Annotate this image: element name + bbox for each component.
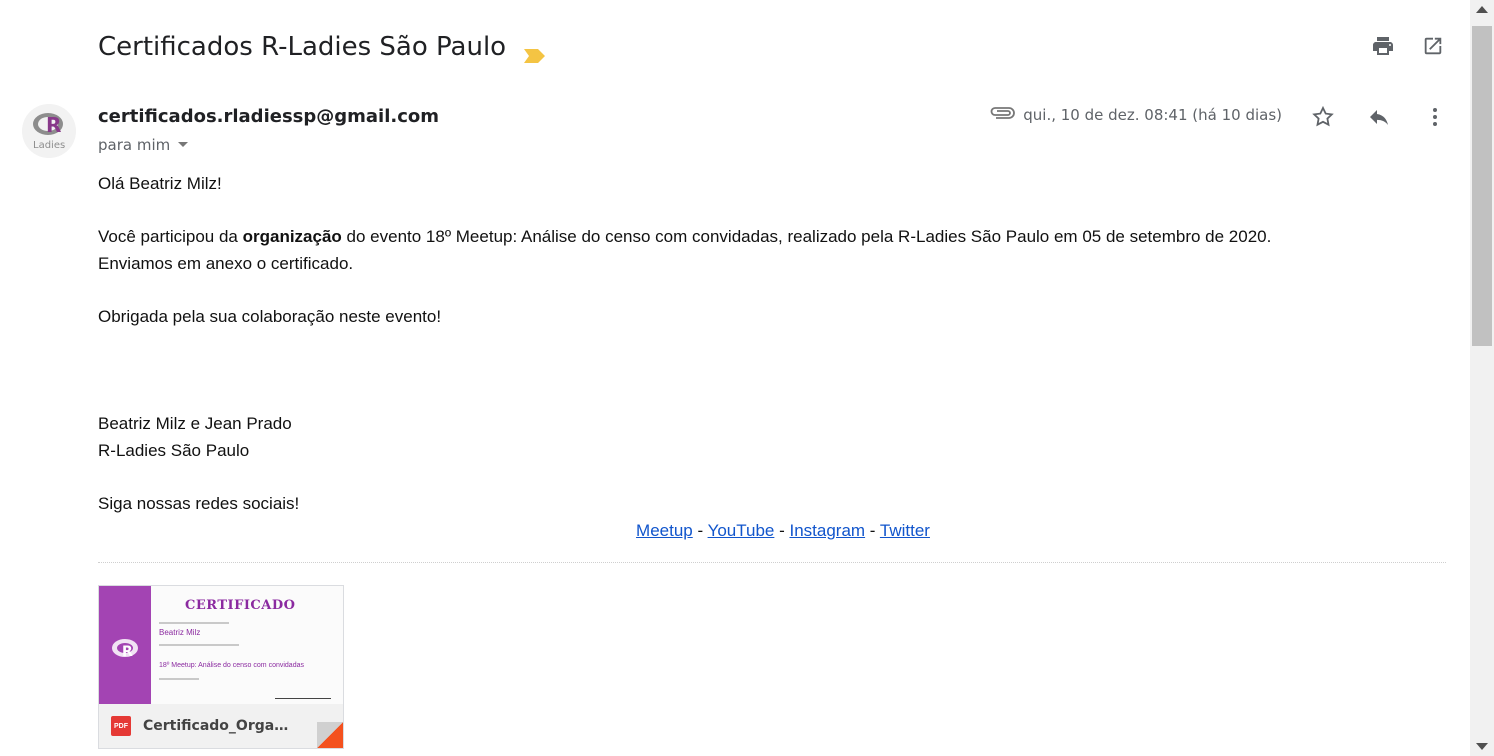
preview-signature-line bbox=[275, 698, 331, 699]
paragraph-participation: Você participou da organização do evento… bbox=[98, 227, 1272, 246]
greeting: Olá Beatriz Milz! bbox=[98, 174, 222, 193]
recipient-dropdown[interactable]: para mim bbox=[98, 136, 189, 154]
star-icon[interactable] bbox=[1310, 104, 1336, 130]
link-twitter[interactable]: Twitter bbox=[880, 521, 930, 540]
scroll-down-icon[interactable] bbox=[1476, 743, 1488, 750]
signature-names: Beatriz Milz e Jean Prado bbox=[98, 414, 292, 433]
chevron-down-icon bbox=[178, 142, 189, 147]
link-instagram[interactable]: Instagram bbox=[789, 521, 865, 540]
attachment-preview: R CERTIFICADO Beatriz Milz 18º Meetup: A… bbox=[99, 586, 343, 704]
paragraph-thanks: Obrigada pela sua colaboração neste even… bbox=[98, 307, 442, 326]
folded-corner-icon bbox=[317, 722, 343, 748]
message-actions bbox=[1310, 104, 1448, 130]
preview-name: Beatriz Milz bbox=[159, 628, 201, 637]
bold-role: organização bbox=[242, 227, 342, 246]
svg-text:Ladies: Ladies bbox=[33, 140, 65, 151]
social-intro: Siga nossas redes sociais! bbox=[98, 494, 300, 513]
attachments-divider bbox=[98, 562, 1446, 563]
scroll-up-icon[interactable] bbox=[1476, 6, 1488, 13]
paragraph-attachment-note: Enviamos em anexo o certificado. bbox=[98, 254, 354, 273]
preview-brand-strip: R bbox=[99, 586, 151, 704]
sender-address[interactable]: certificados.rladiessp@gmail.com bbox=[98, 106, 439, 127]
scroll-thumb[interactable] bbox=[1472, 26, 1492, 346]
more-options-icon[interactable] bbox=[1422, 104, 1448, 130]
attachment-filename: Certificado_Organi... bbox=[143, 718, 295, 734]
email-subject: Certificados R-Ladies São Paulo bbox=[98, 30, 546, 64]
importance-marker-icon[interactable] bbox=[524, 40, 546, 63]
recipient-label: para mim bbox=[98, 136, 171, 154]
preview-line bbox=[159, 678, 199, 680]
preview-line bbox=[159, 644, 239, 646]
link-youtube[interactable]: YouTube bbox=[708, 521, 775, 540]
message-date: qui., 10 de dez. 08:41 (há 10 dias) bbox=[1023, 106, 1282, 124]
scrollbar[interactable] bbox=[1470, 0, 1494, 756]
print-icon[interactable] bbox=[1370, 33, 1396, 59]
message-meta: qui., 10 de dez. 08:41 (há 10 dias) bbox=[989, 106, 1282, 124]
preview-event: 18º Meetup: Análise do censo com convida… bbox=[159, 662, 304, 669]
reply-icon[interactable] bbox=[1366, 104, 1392, 130]
subject-text: Certificados R-Ladies São Paulo bbox=[98, 32, 507, 62]
svg-text:R: R bbox=[122, 644, 133, 660]
social-links: Meetup - YouTube - Instagram - Twitter bbox=[636, 521, 930, 540]
attachment-clip-icon bbox=[989, 106, 1016, 124]
preview-line bbox=[159, 622, 229, 624]
email-body: Olá Beatriz Milz! Você participou da org… bbox=[98, 170, 1438, 544]
svg-text:R: R bbox=[46, 113, 61, 137]
avatar: R Ladies bbox=[22, 104, 76, 158]
attachment-label: PDF Certificado_Organi... bbox=[99, 704, 343, 748]
preview-title: CERTIFICADO bbox=[185, 598, 296, 613]
thread-actions bbox=[1370, 33, 1446, 59]
link-meetup[interactable]: Meetup bbox=[636, 521, 693, 540]
signature-org: R-Ladies São Paulo bbox=[98, 441, 250, 460]
open-in-new-window-icon[interactable] bbox=[1420, 33, 1446, 59]
pdf-icon: PDF bbox=[111, 716, 131, 736]
attachment-card[interactable]: R CERTIFICADO Beatriz Milz 18º Meetup: A… bbox=[98, 585, 344, 749]
